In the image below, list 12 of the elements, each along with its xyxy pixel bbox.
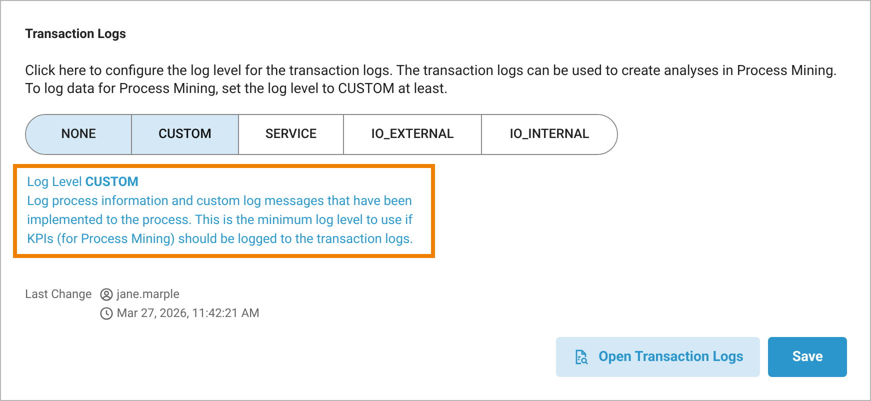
info-text: Log process information and custom log messages that have been implemented to the process. This is the minimum log level to use if KPIs (for Process Mining) should be logged to the transaction logs. bbox=[27, 193, 414, 249]
log-level-option[interactable]: IO_INTERNAL bbox=[481, 115, 617, 154]
section-title: Transaction Logs bbox=[25, 26, 127, 44]
description: Click here to configure the log level for the transaction logs. The transaction logs can be used to create analyses in Process Mining. To log data for Process Mining, set the log level to CUSTOM at least. bbox=[25, 62, 838, 98]
user-name: jane.marple bbox=[116, 286, 180, 303]
change-time: Mar 27, 2026, 11:42:21 AM bbox=[116, 305, 260, 322]
log-level-option[interactable]: NONE bbox=[26, 115, 131, 154]
clock-icon bbox=[100, 307, 113, 320]
info-heading: Log Level CUSTOM bbox=[27, 174, 140, 192]
last-change-label: Last Change bbox=[25, 286, 92, 303]
user-icon bbox=[100, 288, 113, 301]
log-level-option[interactable]: CUSTOM bbox=[131, 115, 238, 154]
